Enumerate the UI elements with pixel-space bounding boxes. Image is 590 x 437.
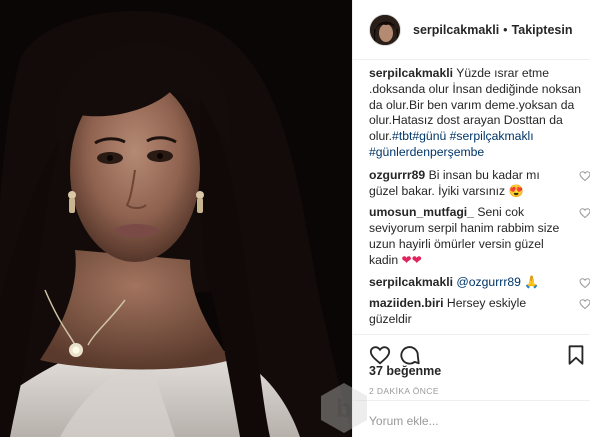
comment-bubble-icon[interactable]: [399, 344, 421, 366]
follow-status-button[interactable]: Takiptesin: [512, 23, 573, 37]
header-separator: •: [503, 22, 508, 37]
comments-list: serpilcakmakli Yüzde ısrar etme .doksand…: [369, 66, 590, 334]
heart-icon[interactable]: [369, 344, 391, 366]
small-heart-icon[interactable]: [579, 277, 590, 289]
caption-hashtags[interactable]: #tbt#günü #serpilçakmaklı #günlerdenperş…: [369, 129, 534, 159]
add-comment-bar: [353, 400, 590, 437]
caption: serpilcakmakli Yüzde ısrar etme .doksand…: [369, 66, 583, 161]
comment-item: umosun_mutfagi_ Seni cok seviyorum serpi…: [369, 205, 590, 268]
comment-username[interactable]: ozgurrr89: [369, 168, 425, 182]
small-heart-icon[interactable]: [579, 207, 590, 219]
post-author-username[interactable]: serpilcakmakli: [413, 23, 499, 37]
post-header: serpilcakmakli • Takiptesin: [353, 0, 590, 60]
caption-username[interactable]: serpilcakmakli: [369, 66, 453, 80]
post-photo[interactable]: [0, 0, 352, 437]
comment-username[interactable]: serpilcakmakli: [369, 275, 453, 289]
comment-item: ozgurrr89 Bi insan bu kadar mı güzel bak…: [369, 168, 590, 200]
comment-mention[interactable]: @ozgurrr89: [456, 275, 521, 289]
comment-emoji: 😍: [508, 183, 524, 198]
comment-emoji: 🙏: [524, 274, 540, 289]
portrait-image: [0, 0, 352, 437]
comment-emoji: ❤❤: [401, 252, 422, 267]
comment-item: serpilcakmakli @ozgurrr89 🙏: [369, 274, 590, 291]
post-timestamp: 2 DAKİKA ÖNCE: [369, 386, 439, 396]
likes-count[interactable]: 37 beğenme: [369, 364, 441, 378]
avatar[interactable]: [369, 13, 401, 46]
avatar-image: [370, 14, 400, 45]
bookmark-icon[interactable]: [565, 344, 587, 366]
add-comment-input[interactable]: [369, 413, 549, 429]
small-heart-icon[interactable]: [579, 298, 590, 310]
comment-username[interactable]: umosun_mutfagi_: [369, 205, 474, 219]
watermark-logo: b: [321, 383, 367, 433]
svg-text:b: b: [336, 393, 352, 423]
comment-item: maziiden.biri Hersey eskiyle güzeldir: [369, 296, 590, 328]
small-heart-icon[interactable]: [579, 170, 590, 182]
post-side-panel: serpilcakmakli • Takiptesin serpilcakmak…: [352, 0, 590, 437]
comment-username[interactable]: maziiden.biri: [369, 296, 444, 310]
